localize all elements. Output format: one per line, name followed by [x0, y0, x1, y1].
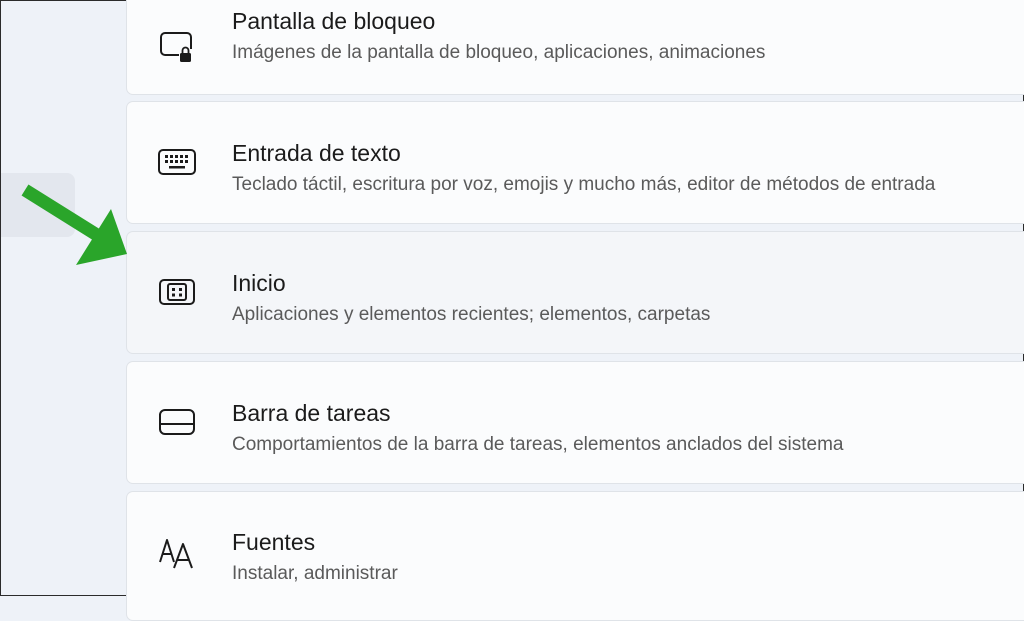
settings-item-description: Comportamientos de la barra de tareas, e…	[232, 434, 844, 455]
settings-item-description: Imágenes de la pantalla de bloqueo, apli…	[232, 42, 766, 63]
settings-item-title: Barra de tareas	[232, 400, 391, 426]
settings-item-lock-screen[interactable]: Pantalla de bloqueo Imágenes de la panta…	[126, 0, 1024, 95]
settings-item-text-input[interactable]: Entrada de texto Teclado táctil, escritu…	[126, 101, 1024, 224]
settings-item-title: Entrada de texto	[232, 140, 401, 166]
lock-screen-icon	[157, 26, 197, 66]
settings-item-description: Instalar, administrar	[232, 563, 398, 584]
settings-item-start[interactable]: Inicio Aplicaciones y elementos reciente…	[126, 231, 1024, 354]
settings-item-title: Inicio	[232, 270, 286, 296]
settings-item-title: Pantalla de bloqueo	[232, 8, 436, 34]
start-menu-icon	[157, 272, 197, 312]
taskbar-icon	[157, 402, 197, 442]
settings-item-taskbar[interactable]: Barra de tareas Comportamientos de la ba…	[126, 361, 1024, 484]
settings-item-description: Teclado táctil, escritura por voz, emoji…	[232, 174, 936, 195]
arrow-icon	[21, 184, 127, 265]
fonts-icon	[157, 532, 197, 572]
settings-item-fonts[interactable]: Fuentes Instalar, administrar	[126, 491, 1024, 621]
keyboard-icon	[157, 142, 197, 182]
settings-item-description: Aplicaciones y elementos recientes; elem…	[232, 304, 711, 325]
settings-item-title: Fuentes	[232, 529, 316, 555]
